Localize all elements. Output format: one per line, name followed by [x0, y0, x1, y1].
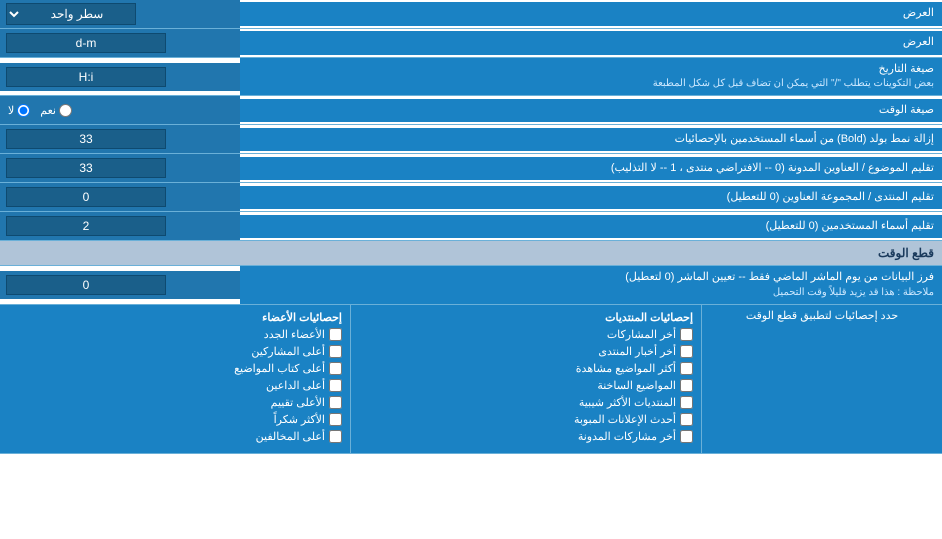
date-format-input-cell[interactable] — [0, 29, 240, 57]
checkbox-new-members-label: الأعضاء الجدد — [264, 328, 325, 341]
date-format-row: العرض — [0, 29, 942, 58]
checkbox-highest-rated-label: الأعلى تقييم — [271, 396, 325, 409]
checkbox-top-violators[interactable]: أعلى المخالفين — [8, 430, 342, 443]
display-mode-select[interactable]: سطر واحد سطرين ثلاثة أسطر — [6, 3, 136, 25]
forum-trim-label: تقليم الموضوع / العناوين المدونة (0 -- ا… — [240, 157, 942, 180]
display-header-row: العرض سطر واحد سطرين ثلاثة أسطر — [0, 0, 942, 29]
date-format-label: العرض — [240, 31, 942, 54]
cell-padding-row: تقليم أسماء المستخدمين (0 للتعطيل) — [0, 212, 942, 241]
cell-padding-label: تقليم أسماء المستخدمين (0 للتعطيل) — [240, 215, 942, 238]
time-format-input[interactable] — [6, 67, 166, 87]
checkbox-most-popular-forums-input[interactable] — [680, 396, 693, 409]
forum-stats-col: إحصائيات المنتديات أخر المشاركات أخر أخب… — [351, 305, 702, 453]
display-select-cell[interactable]: سطر واحد سطرين ثلاثة أسطر — [0, 0, 240, 28]
filter-label-cell: حدد إحصائيات لتطبيق قطع الوقت — [702, 305, 942, 453]
checkbox-top-topic-writers-input[interactable] — [329, 362, 342, 375]
topic-trim-input[interactable] — [6, 129, 166, 149]
date-format-input[interactable] — [6, 33, 166, 53]
topic-trim-row: إزالة نمط بولد (Bold) من أسماء المستخدمي… — [0, 125, 942, 154]
checkbox-latest-posts-input[interactable] — [680, 328, 693, 341]
time-format-input-cell[interactable] — [0, 63, 240, 91]
topic-trim-label: إزالة نمط بولد (Bold) من أسماء المستخدمي… — [240, 128, 942, 151]
realtime-filter-label: فرز البيانات من يوم الماشر الماضي فقط --… — [240, 266, 942, 303]
checkbox-most-popular-forums[interactable]: المنتديات الأكثر شيبية — [359, 396, 693, 409]
checkbox-hot-topics-label: المواضيع الساخنة — [597, 379, 676, 392]
checkbox-top-posters-input[interactable] — [329, 345, 342, 358]
checkbox-top-posters[interactable]: أعلى المشاركين — [8, 345, 342, 358]
checkbox-latest-blog-posts[interactable]: أخر مشاركات المدونة — [359, 430, 693, 443]
checkbox-latest-posts-label: أخر المشاركات — [607, 328, 676, 341]
bold-remove-label: صيغة الوقت — [240, 99, 942, 122]
bold-yes-label[interactable]: نعم — [40, 104, 72, 117]
checkbox-latest-news-input[interactable] — [680, 345, 693, 358]
checkbox-new-members-input[interactable] — [329, 328, 342, 341]
checkbox-highest-rated[interactable]: الأعلى تقييم — [8, 396, 342, 409]
checkbox-top-posters-label: أعلى المشاركين — [251, 345, 325, 358]
checkbox-latest-classifieds-label: أحدث الإعلانات المبوبة — [574, 413, 676, 426]
checkbox-latest-classifieds[interactable]: أحدث الإعلانات المبوبة — [359, 413, 693, 426]
checkbox-most-popular-forums-label: المنتديات الأكثر شيبية — [579, 396, 676, 409]
display-label: العرض — [240, 2, 942, 25]
time-format-label: صيغة التاريخ بعض التكوينات يتطلب "/" الت… — [240, 58, 942, 95]
forum-stats-title: إحصائيات المنتديات — [359, 311, 693, 324]
checkbox-top-inviters[interactable]: أعلى الداعين — [8, 379, 342, 392]
checkbox-most-viewed-input[interactable] — [680, 362, 693, 375]
checkbox-latest-posts[interactable]: أخر المشاركات — [359, 328, 693, 341]
bold-remove-radio-cell[interactable]: نعم لا — [0, 96, 240, 124]
bold-remove-row: صيغة الوقت نعم لا — [0, 96, 942, 125]
checkbox-hot-topics-input[interactable] — [680, 379, 693, 392]
forum-trim-input-cell[interactable] — [0, 154, 240, 182]
usernames-trim-input-cell[interactable] — [0, 183, 240, 211]
bold-no-radio[interactable] — [17, 104, 30, 117]
member-stats-col: إحصائيات الأعضاء الأعضاء الجدد أعلى المش… — [0, 305, 351, 453]
usernames-trim-row: تقليم المنتدى / المجموعة العناوين (0 للت… — [0, 183, 942, 212]
checkbox-most-thanked[interactable]: الأكثر شكراً — [8, 413, 342, 426]
checkbox-most-thanked-label: الأكثر شكراً — [274, 413, 325, 426]
checkbox-top-inviters-label: أعلى الداعين — [266, 379, 325, 392]
checkbox-latest-blog-posts-label: أخر مشاركات المدونة — [578, 430, 676, 443]
realtime-section-header: قطع الوقت — [0, 241, 942, 266]
bold-yes-radio[interactable] — [59, 104, 72, 117]
checkbox-new-members[interactable]: الأعضاء الجدد — [8, 328, 342, 341]
member-stats-title: إحصائيات الأعضاء — [8, 311, 342, 324]
checkbox-highest-rated-input[interactable] — [329, 396, 342, 409]
checkbox-top-topic-writers[interactable]: أعلى كتاب المواضيع — [8, 362, 342, 375]
cell-padding-input-cell[interactable] — [0, 212, 240, 240]
realtime-filter-input-cell[interactable] — [0, 271, 240, 299]
forum-trim-row: تقليم الموضوع / العناوين المدونة (0 -- ا… — [0, 154, 942, 183]
checkbox-hot-topics[interactable]: المواضيع الساخنة — [359, 379, 693, 392]
cell-padding-input[interactable] — [6, 216, 166, 236]
topic-trim-input-cell[interactable] — [0, 125, 240, 153]
checkbox-latest-classifieds-input[interactable] — [680, 413, 693, 426]
usernames-trim-label: تقليم المنتدى / المجموعة العناوين (0 للت… — [240, 186, 942, 209]
checkbox-most-viewed[interactable]: أكثر المواضيع مشاهدة — [359, 362, 693, 375]
checkbox-top-violators-label: أعلى المخالفين — [256, 430, 325, 443]
bold-no-label[interactable]: لا — [8, 104, 30, 117]
realtime-filter-input[interactable] — [6, 275, 166, 295]
checkbox-most-viewed-label: أكثر المواضيع مشاهدة — [576, 362, 676, 375]
checkbox-top-inviters-input[interactable] — [329, 379, 342, 392]
checkbox-most-thanked-input[interactable] — [329, 413, 342, 426]
forum-trim-input[interactable] — [6, 158, 166, 178]
checkbox-latest-news-label: أخر أخبار المنتدى — [598, 345, 676, 358]
usernames-trim-input[interactable] — [6, 187, 166, 207]
stats-checkboxes-area: حدد إحصائيات لتطبيق قطع الوقت إحصائيات ا… — [0, 305, 942, 454]
checkbox-top-topic-writers-label: أعلى كتاب المواضيع — [234, 362, 325, 375]
time-format-row: صيغة التاريخ بعض التكوينات يتطلب "/" الت… — [0, 58, 942, 96]
checkbox-latest-blog-posts-input[interactable] — [680, 430, 693, 443]
checkbox-latest-news[interactable]: أخر أخبار المنتدى — [359, 345, 693, 358]
checkbox-top-violators-input[interactable] — [329, 430, 342, 443]
realtime-filter-row: فرز البيانات من يوم الماشر الماضي فقط --… — [0, 266, 942, 304]
